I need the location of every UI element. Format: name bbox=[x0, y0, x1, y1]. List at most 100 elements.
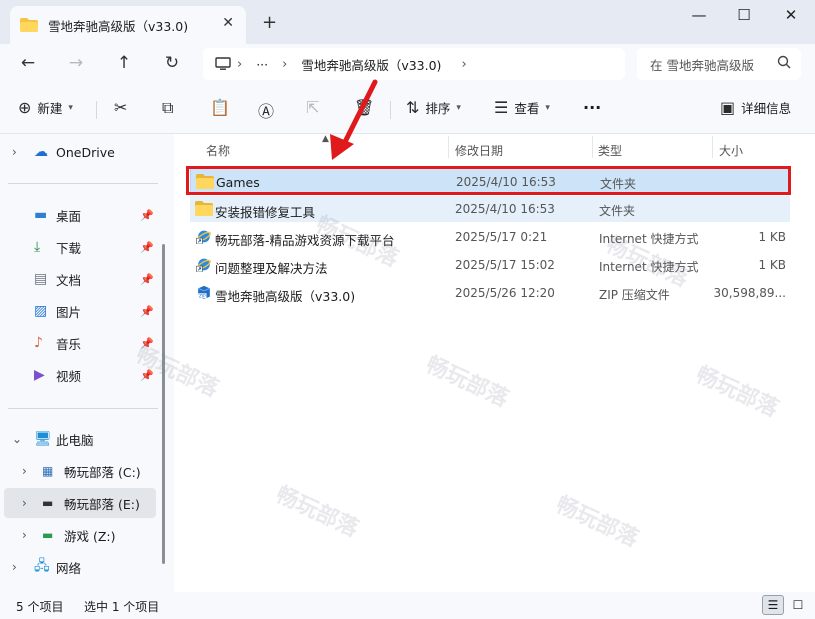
network-icon: 🖧 bbox=[34, 558, 50, 574]
windows-drive-icon: ▦ bbox=[42, 464, 54, 478]
cloud-icon: ☁ bbox=[34, 144, 48, 160]
pin-icon[interactable]: 📌 bbox=[140, 305, 154, 318]
sidebar-scrollbar[interactable] bbox=[162, 244, 165, 564]
sidebar-label: 视频 bbox=[56, 368, 82, 384]
more-icon: ··· bbox=[583, 98, 602, 117]
column-divider[interactable] bbox=[712, 136, 713, 158]
annotation-highlight-box bbox=[186, 166, 791, 195]
paste-button[interactable]: 📋 bbox=[210, 98, 236, 117]
sidebar-item-pictures[interactable]: ▨ 图片 📌 bbox=[0, 296, 158, 326]
download-icon: ⤓ bbox=[34, 239, 41, 255]
breadcrumb-separator-icon: › bbox=[237, 56, 243, 72]
file-row[interactable]: 畅玩部落-精品游戏资源下载平台 2025/5/17 0:21 Internet … bbox=[190, 224, 790, 250]
expand-chevron-icon[interactable]: › bbox=[22, 528, 27, 542]
sidebar-item-this-pc[interactable]: ⌄ 🖥 此电脑 bbox=[0, 424, 158, 454]
expand-chevron-icon[interactable]: › bbox=[22, 464, 27, 478]
sidebar-label: 桌面 bbox=[56, 208, 82, 224]
expand-chevron-icon[interactable]: › bbox=[22, 496, 27, 510]
copy-button[interactable]: ⧉ bbox=[162, 98, 179, 118]
tab-current-folder[interactable]: 雪地奔驰高级版（v33.0) ✕ bbox=[10, 6, 246, 44]
file-name: 问题整理及解决方法 bbox=[215, 261, 328, 276]
file-row[interactable]: ZIP 雪地奔驰高级版（v33.0) 2025/5/26 12:20 ZIP 压… bbox=[190, 280, 790, 306]
column-header-type[interactable]: 类型 bbox=[598, 142, 622, 159]
pin-icon[interactable]: 📌 bbox=[140, 209, 154, 222]
search-box[interactable]: 在 雪地奔驰高级版 bbox=[637, 48, 801, 80]
tiles-view-button[interactable]: ☐ bbox=[787, 595, 809, 615]
column-header-size[interactable]: 大小 bbox=[719, 142, 743, 159]
pictures-icon: ▨ bbox=[34, 303, 48, 319]
minimize-button[interactable]: — bbox=[684, 6, 714, 24]
breadcrumb-current-folder[interactable]: 雪地奔驰高级版（v33.0) bbox=[301, 55, 441, 74]
column-divider[interactable] bbox=[592, 136, 593, 158]
sidebar-label: 下载 bbox=[56, 240, 82, 256]
item-count: 5 个项目 bbox=[16, 600, 64, 614]
sidebar-item-onedrive[interactable]: › ☁ OneDrive bbox=[0, 137, 158, 167]
file-row[interactable]: 安装报错修复工具 2025/4/10 16:53 文件夹 bbox=[190, 196, 790, 222]
sidebar-item-network[interactable]: › 🖧 网络 bbox=[0, 552, 158, 582]
folder-icon bbox=[195, 201, 213, 216]
new-tab-button[interactable]: + bbox=[262, 12, 277, 33]
expand-chevron-icon[interactable]: › bbox=[12, 145, 17, 159]
navigation-bar: ← → ↑ ↻ › ··· › 雪地奔驰高级版（v33.0) › 在 雪地奔驰高… bbox=[0, 44, 815, 84]
column-divider[interactable] bbox=[448, 136, 449, 158]
breadcrumb-separator-icon[interactable]: › bbox=[461, 57, 466, 72]
svg-text:ZIP: ZIP bbox=[199, 294, 206, 299]
zip-icon: ZIP bbox=[198, 285, 210, 300]
close-tab-button[interactable]: ✕ bbox=[222, 15, 234, 31]
sidebar-item-downloads[interactable]: ⤓ 下载 📌 bbox=[0, 232, 158, 262]
refresh-button[interactable]: ↻ bbox=[160, 53, 184, 73]
title-bar: 雪地奔驰高级版（v33.0) ✕ + — ☐ ✕ bbox=[0, 0, 815, 44]
sidebar-item-documents[interactable]: ▤ 文档 📌 bbox=[0, 264, 158, 294]
sort-button[interactable]: ⇅ 排序 ▾ bbox=[406, 98, 461, 117]
search-input[interactable]: 在 雪地奔驰高级版 bbox=[650, 55, 754, 74]
cut-button[interactable]: ✂ bbox=[114, 98, 133, 117]
sidebar-divider bbox=[8, 183, 158, 184]
forward-button[interactable]: → bbox=[64, 53, 88, 73]
sidebar-item-music[interactable]: ♪ 音乐 📌 bbox=[0, 328, 158, 358]
toolbar-divider bbox=[390, 101, 391, 119]
tab-title: 雪地奔驰高级版（v33.0) bbox=[48, 18, 189, 34]
view-list-icon: ☰ bbox=[494, 98, 509, 117]
folder-icon bbox=[20, 18, 38, 32]
sidebar-label: 畅玩部落 (C:) bbox=[64, 464, 141, 480]
music-icon: ♪ bbox=[34, 335, 43, 351]
expand-chevron-icon[interactable]: › bbox=[12, 560, 17, 574]
sidebar-label: 网络 bbox=[56, 560, 82, 576]
sidebar-item-drive-z[interactable]: › ▬ 游戏 (Z:) bbox=[0, 520, 158, 550]
command-bar: ⊕ 新建 ▾ ✂ ⧉ 📋 Ⓐ ⇱ 🗑 ⇅ 排序 ▾ ☰ 查看 ▾ ··· ▣ 详… bbox=[0, 84, 815, 134]
computer-icon bbox=[215, 57, 231, 70]
details-view-icon: ☰ bbox=[767, 598, 779, 612]
pin-icon[interactable]: 📌 bbox=[140, 337, 154, 350]
sidebar-label: 游戏 (Z:) bbox=[64, 528, 116, 544]
details-view-button[interactable]: ☰ bbox=[762, 595, 784, 615]
back-button[interactable]: ← bbox=[16, 53, 40, 73]
up-button[interactable]: ↑ bbox=[112, 53, 136, 73]
internet-shortcut-icon bbox=[196, 258, 211, 272]
sidebar-item-drive-e[interactable]: › ▬ 畅玩部落 (E:) bbox=[4, 488, 156, 518]
chevron-down-icon: ▾ bbox=[456, 102, 461, 113]
maximize-button[interactable]: ☐ bbox=[729, 6, 759, 24]
rename-button[interactable]: Ⓐ bbox=[258, 98, 280, 122]
breadcrumb-overflow-button[interactable]: ··· bbox=[256, 57, 268, 72]
collapse-chevron-icon[interactable]: ⌄ bbox=[12, 432, 22, 446]
chevron-down-icon: ▾ bbox=[68, 102, 73, 113]
details-label: 详细信息 bbox=[741, 101, 792, 116]
file-type: Internet 快捷方式 bbox=[599, 232, 699, 246]
sidebar-item-drive-c[interactable]: › ▦ 畅玩部落 (C:) bbox=[0, 456, 158, 486]
details-pane-button[interactable]: ▣ 详细信息 bbox=[720, 98, 791, 117]
more-options-button[interactable]: ··· bbox=[583, 98, 601, 117]
sidebar-item-desktop[interactable]: ▬ 桌面 📌 bbox=[0, 200, 158, 230]
pin-icon[interactable]: 📌 bbox=[140, 273, 154, 286]
plus-circle-icon: ⊕ bbox=[18, 98, 32, 117]
column-header-date[interactable]: 修改日期 bbox=[455, 142, 503, 159]
column-header-name[interactable]: 名称 bbox=[206, 142, 230, 159]
view-button[interactable]: ☰ 查看 ▾ bbox=[494, 98, 550, 117]
close-window-button[interactable]: ✕ bbox=[776, 6, 806, 24]
address-bar[interactable]: › ··· › 雪地奔驰高级版（v33.0) › bbox=[203, 48, 625, 80]
pin-icon[interactable]: 📌 bbox=[140, 241, 154, 254]
sidebar-item-videos[interactable]: ▶ 视频 📌 bbox=[0, 360, 158, 390]
pin-icon[interactable]: 📌 bbox=[140, 369, 154, 382]
file-row[interactable]: 问题整理及解决方法 2025/5/17 15:02 Internet 快捷方式 … bbox=[190, 252, 790, 278]
new-button[interactable]: ⊕ 新建 ▾ bbox=[18, 98, 73, 117]
annotation-arrow-icon bbox=[330, 79, 378, 160]
